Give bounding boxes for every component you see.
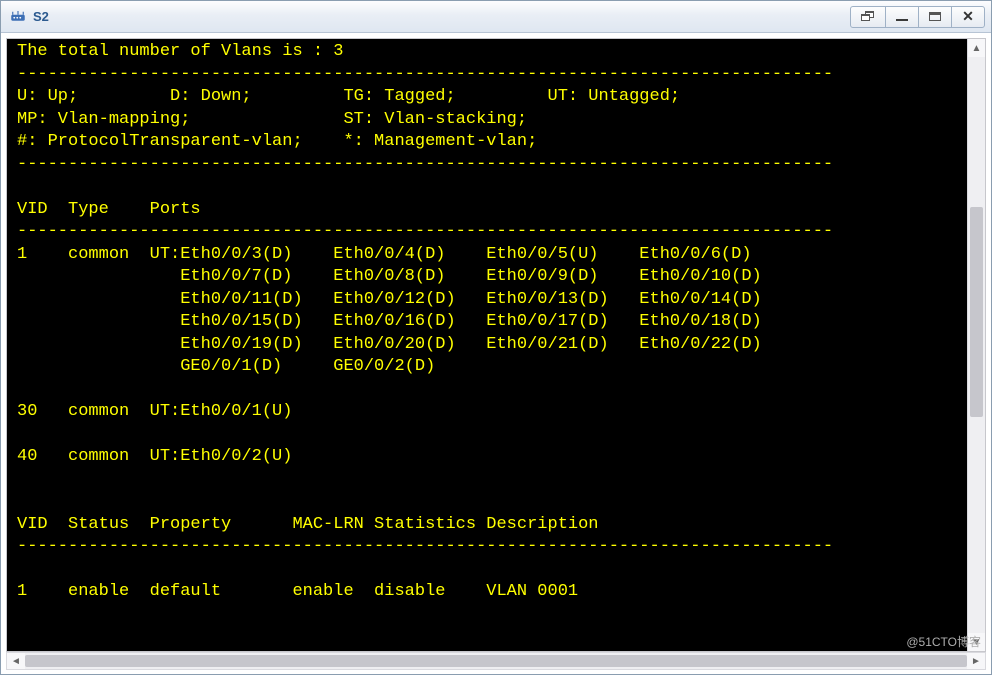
maximize-button[interactable]: [918, 6, 952, 28]
hscroll-thumb[interactable]: [25, 655, 967, 667]
vscroll-thumb[interactable]: [970, 207, 983, 417]
scroll-up-arrow-icon[interactable]: ▲: [968, 39, 985, 57]
minimize-button[interactable]: [885, 6, 919, 28]
scroll-down-arrow-icon[interactable]: ▼: [968, 633, 985, 651]
vertical-scrollbar[interactable]: ▲ ▼: [967, 39, 985, 651]
hscroll-track[interactable]: [25, 653, 967, 669]
scroll-left-arrow-icon[interactable]: ◄: [7, 653, 25, 669]
maximize-icon: [929, 12, 941, 21]
horizontal-scrollbar[interactable]: ◄ ►: [6, 652, 986, 670]
close-button[interactable]: ✕: [951, 6, 985, 28]
window-title: S2: [33, 9, 850, 24]
minimize-icon: [896, 19, 908, 21]
terminal-container: The total number of Vlans is : 3 -------…: [6, 38, 986, 652]
network-switch-icon: [9, 8, 27, 26]
app-window: S2 ✕ The total number of Vlans is : 3 --…: [0, 0, 992, 675]
vscroll-track[interactable]: [968, 57, 985, 633]
scroll-right-arrow-icon[interactable]: ►: [967, 653, 985, 669]
titlebar[interactable]: S2 ✕: [1, 1, 991, 33]
terminal-output[interactable]: The total number of Vlans is : 3 -------…: [7, 39, 967, 651]
close-icon: ✕: [962, 8, 974, 25]
restore-stack-icon: [861, 11, 875, 23]
window-controls: ✕: [850, 6, 985, 28]
restore-stack-button[interactable]: [850, 6, 886, 28]
content-area: The total number of Vlans is : 3 -------…: [1, 33, 991, 674]
